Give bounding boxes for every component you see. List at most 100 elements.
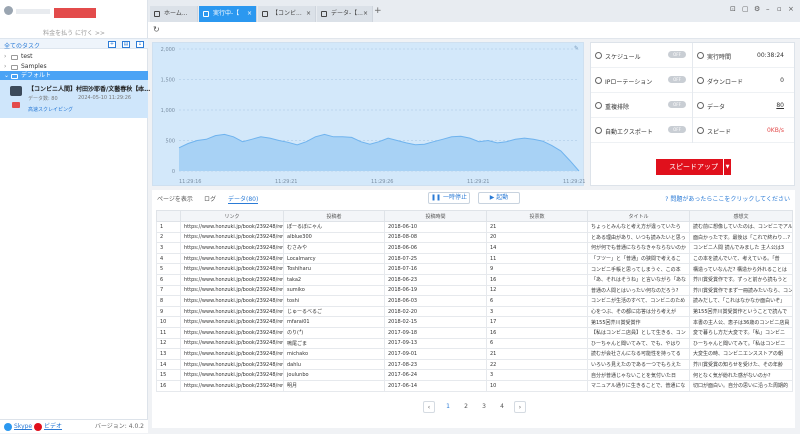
- import-icon[interactable]: ↧: [136, 41, 144, 48]
- table-row[interactable]: 10 https://www.honzuki.jp/book/239248/rev…: [156, 316, 793, 328]
- page-2[interactable]: 2: [460, 401, 472, 413]
- sidebar-footer: Skype ビデオ バージョン: 4.0.2: [0, 419, 148, 433]
- tab-running[interactable]: 実行中-【 ×: [199, 6, 257, 22]
- tab-home[interactable]: ホーム...: [150, 6, 198, 22]
- table-cell: 自分が普通じゃないことを気付いた日: [587, 369, 690, 381]
- close-icon[interactable]: ×: [306, 6, 311, 22]
- page-1[interactable]: 1: [442, 401, 454, 413]
- table-row[interactable]: 8 https://www.honzuki.jp/book/239248/revi…: [156, 295, 793, 307]
- table-row[interactable]: 5 https://www.honzuki.jp/book/239248/revi…: [156, 263, 793, 275]
- tab-log[interactable]: ログ: [204, 194, 216, 203]
- help-link[interactable]: ? 問題があったらここをクリックしてください: [665, 194, 790, 203]
- table-header: リンク 投稿者 投稿時間 投票数 タイトル 感想文: [156, 210, 793, 222]
- schedule-toggle[interactable]: OFF: [668, 51, 686, 58]
- column-header[interactable]: [156, 210, 181, 222]
- close-icon[interactable]: ×: [247, 6, 252, 22]
- table-row[interactable]: 7 https://www.honzuki.jp/book/239248/revi…: [156, 284, 793, 297]
- table-cell: 3: [156, 242, 181, 254]
- table-cell: 9: [156, 305, 181, 318]
- tab-task[interactable]: 【コンビ... ×: [258, 6, 316, 22]
- page-3[interactable]: 3: [478, 401, 490, 413]
- column-header[interactable]: 投稿者: [283, 210, 385, 222]
- download-value: 0: [780, 77, 784, 84]
- tab-data-view[interactable]: データ(80): [228, 194, 259, 204]
- close-icon[interactable]: ×: [136, 85, 142, 93]
- column-header[interactable]: 投稿時間: [384, 210, 487, 222]
- page-4[interactable]: 4: [496, 401, 508, 413]
- tab-data[interactable]: データ-【... ×: [317, 6, 373, 22]
- speedup-button[interactable]: スピードアップ: [656, 159, 731, 175]
- dedupe-toggle[interactable]: OFF: [668, 101, 686, 108]
- table-cell: https://www.honzuki.jp/book/239248/revie…: [180, 295, 284, 307]
- tab-page-view[interactable]: ページを表示: [157, 194, 193, 203]
- table-cell: https://www.honzuki.jp/book/239248/revie…: [180, 337, 284, 350]
- stat-auto-export: 自動エクスポート OFF: [591, 118, 692, 143]
- column-header[interactable]: タイトル: [587, 210, 690, 222]
- table-cell: 読みだして、「これはなかなか面白いぞ」: [689, 295, 793, 307]
- auto-export-toggle[interactable]: OFF: [668, 126, 686, 133]
- table-cell: 2018-06-19: [384, 284, 487, 297]
- close-window-icon[interactable]: ×: [788, 5, 794, 13]
- table-row[interactable]: 3 https://www.honzuki.jp/book/239248/revi…: [156, 242, 793, 254]
- table-row[interactable]: 11 https://www.honzuki.jp/book/239248/rev…: [156, 326, 793, 339]
- folder-icon: [11, 74, 18, 79]
- column-header[interactable]: 感想文: [689, 210, 793, 222]
- table-cell: 20: [486, 231, 588, 244]
- stat-label: 自動エクスポート: [605, 129, 653, 136]
- table-row[interactable]: 12 https://www.honzuki.jp/book/239248/rev…: [156, 337, 793, 350]
- new-folder-icon[interactable]: ▤: [122, 41, 130, 48]
- table-row[interactable]: 1 https://www.honzuki.jp/book/239248/revi…: [156, 221, 793, 233]
- table-cell: 芥川賞受賞作でまず一冊読みたいなら、コン: [689, 284, 793, 297]
- skype-link[interactable]: Skype: [14, 420, 32, 434]
- refresh-icon[interactable]: ↻: [153, 25, 160, 34]
- table-cell: https://www.honzuki.jp/book/239248/revie…: [180, 316, 284, 328]
- column-header[interactable]: リンク: [180, 210, 284, 222]
- edit-icon[interactable]: ✎: [574, 45, 579, 52]
- stat-data: データ 80: [693, 93, 794, 118]
- avatar[interactable]: [4, 6, 13, 15]
- table-row[interactable]: 15 https://www.honzuki.jp/book/239248/rev…: [156, 369, 793, 381]
- start-button[interactable]: ▶ 起動: [478, 192, 520, 204]
- table-cell: 読むが会社さんになる可能性を持ってる: [587, 348, 690, 360]
- table-cell: 11: [486, 252, 588, 265]
- chevron-down-icon[interactable]: ▼: [723, 159, 731, 175]
- table-cell: https://www.honzuki.jp/book/239248/revie…: [180, 242, 284, 254]
- box-icon[interactable]: ⊡: [730, 5, 736, 13]
- new-task-icon[interactable]: +: [108, 41, 116, 48]
- gear-icon[interactable]: ⚙: [754, 5, 760, 13]
- table-row[interactable]: 2 https://www.honzuki.jp/book/239248/revi…: [156, 231, 793, 244]
- maximize-icon[interactable]: ▫: [777, 5, 782, 13]
- minimize-icon[interactable]: –: [766, 5, 770, 13]
- close-icon[interactable]: ×: [363, 6, 368, 22]
- ip-rotation-toggle[interactable]: OFF: [668, 76, 686, 83]
- table-cell: 第155回芥川賞受賞作ということで読んで: [689, 305, 793, 318]
- table-row[interactable]: 4 https://www.honzuki.jp/book/239248/revi…: [156, 252, 793, 265]
- table-row[interactable]: 14 https://www.honzuki.jp/book/239248/rev…: [156, 358, 793, 371]
- upgrade-link[interactable]: 料金を払う に行く >>: [0, 28, 148, 37]
- table-row[interactable]: 6 https://www.honzuki.jp/book/239248/revi…: [156, 273, 793, 286]
- video-link[interactable]: ビデオ: [44, 420, 62, 434]
- task-item[interactable]: 【コンビニ人間】村田沙耶香/文藝春秋【本… データ数: 80 2024-05-1…: [0, 80, 150, 118]
- column-header[interactable]: 投票数: [486, 210, 588, 222]
- next-page-icon[interactable]: ›: [514, 401, 526, 413]
- new-tab-icon[interactable]: +: [374, 6, 382, 16]
- table-cell: 芥川賞受賞の知らせを受けた、その年齢: [689, 358, 793, 371]
- table-cell: 2017-09-01: [384, 348, 487, 360]
- table-row[interactable]: 16 https://www.honzuki.jp/book/239248/rev…: [156, 379, 793, 392]
- prev-page-icon[interactable]: ‹: [423, 401, 435, 413]
- data-section: ページを表示 ログ データ(80) ❚❚ 一時停止 ▶ 起動 ? 問題があったら…: [152, 190, 795, 428]
- data-value[interactable]: 80: [776, 102, 784, 109]
- pause-button[interactable]: ❚❚ 一時停止: [428, 192, 470, 204]
- download-icon: [697, 77, 704, 84]
- table-cell: 12: [156, 337, 181, 350]
- y-tick-label: 0: [172, 169, 175, 175]
- doc-icon[interactable]: ▢: [742, 5, 749, 13]
- table-cell: 「あ、それはそうね」と言いながら「あな: [587, 273, 690, 286]
- table-cell: 12: [486, 284, 588, 297]
- table-row[interactable]: 9 https://www.honzuki.jp/book/239248/revi…: [156, 305, 793, 318]
- version-text: バージョン: 4.0.2: [94, 423, 144, 430]
- table-cell: コンビニ人間 読んでみました 主人公は3: [689, 242, 793, 254]
- table-row[interactable]: 13 https://www.honzuki.jp/book/239248/rev…: [156, 348, 793, 360]
- table-cell: コンビニが生活のすべて、コンビニのため: [587, 295, 690, 307]
- tree-item-test[interactable]: › test: [0, 52, 148, 62]
